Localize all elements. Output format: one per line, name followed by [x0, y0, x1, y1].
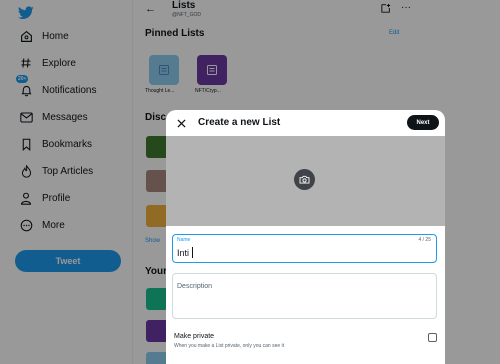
name-field-label: Name — [177, 237, 191, 243]
dialog-title: Create a new List — [198, 117, 281, 128]
make-private-description: When you make a List private, only you c… — [174, 343, 285, 349]
add-photo-button[interactable] — [294, 169, 315, 190]
make-private-label: Make private — [174, 333, 215, 340]
list-banner-image — [166, 136, 445, 226]
name-input[interactable] — [177, 247, 427, 259]
name-char-counter: 4 / 25 — [418, 237, 431, 243]
description-input[interactable] — [173, 274, 436, 318]
text-caret — [192, 247, 193, 258]
camera-icon — [299, 175, 310, 184]
next-button[interactable]: Next — [407, 115, 439, 130]
description-field[interactable] — [172, 273, 437, 319]
make-private-checkbox[interactable] — [428, 333, 437, 342]
create-list-dialog: Create a new List Next Name 4 / 25 Make … — [166, 110, 445, 364]
name-field[interactable]: Name 4 / 25 — [172, 234, 437, 263]
close-icon[interactable] — [174, 116, 188, 130]
